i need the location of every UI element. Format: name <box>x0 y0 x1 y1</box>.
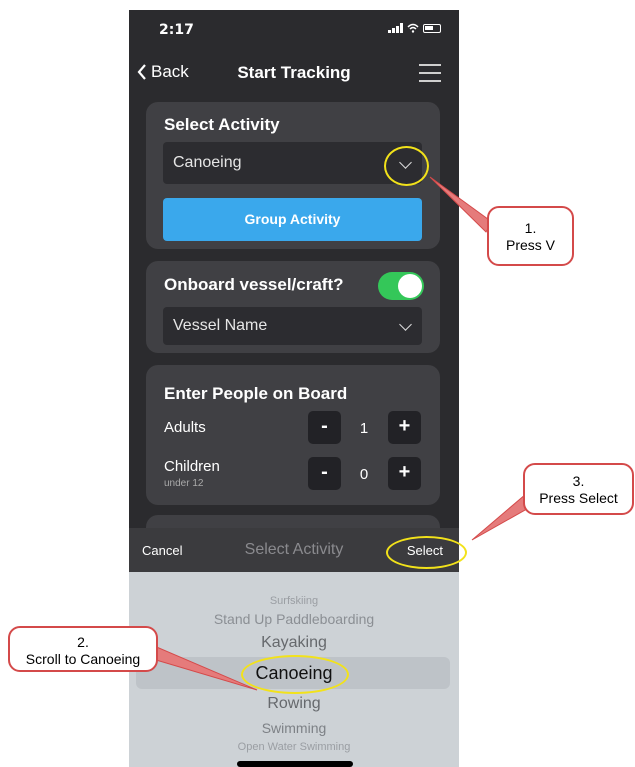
callout-step-3: 3. Press Select <box>523 463 634 515</box>
system-icons <box>388 23 441 33</box>
battery-icon <box>423 23 441 33</box>
nav-bar: Back Start Tracking <box>129 54 459 94</box>
callout-step-1: 1. Press V <box>487 206 574 266</box>
children-sublabel: under 12 <box>164 478 204 489</box>
callout-3-number: 3. <box>572 473 585 489</box>
picker-item[interactable]: Rowing <box>129 695 459 713</box>
toggle-knob <box>398 274 422 298</box>
picker-item[interactable]: Kayaking <box>129 634 459 652</box>
activity-select-value: Canoeing <box>173 154 242 171</box>
status-time: 2:17 <box>159 22 194 38</box>
picker-item[interactable]: Stand Up Paddleboarding <box>129 611 459 627</box>
children-plus-button[interactable]: + <box>388 457 421 490</box>
group-activity-button[interactable]: Group Activity <box>163 198 422 241</box>
adults-minus-button[interactable]: - <box>308 411 341 444</box>
onboard-vessel-toggle[interactable] <box>378 272 424 300</box>
children-minus-button[interactable]: - <box>308 457 341 490</box>
picker-item[interactable]: Surfskiing <box>129 595 459 607</box>
vessel-card-title: Onboard vessel/craft? <box>164 275 344 294</box>
signal-icon <box>388 23 403 33</box>
adults-count: 1 <box>359 420 369 437</box>
callout-1-text: Press V <box>505 237 555 253</box>
callout-3-text: Press Select <box>539 490 618 506</box>
home-indicator <box>237 761 353 767</box>
callout-2-number: 2. <box>77 634 89 650</box>
adults-label: Adults <box>164 419 206 436</box>
adults-plus-button[interactable]: + <box>388 411 421 444</box>
highlight-circle-chevron <box>384 146 429 186</box>
people-card: Enter People on Board Adults - 1 + Child… <box>146 365 440 505</box>
hamburger-menu-icon[interactable] <box>419 64 441 82</box>
status-bar: 2:17 <box>129 10 459 50</box>
picker-item[interactable]: Swimming <box>129 720 459 736</box>
callout-step-2: 2. Scroll to Canoeing <box>8 626 158 672</box>
chevron-down-icon[interactable] <box>399 318 412 331</box>
callout-1-number: 1. <box>524 220 537 236</box>
people-card-title: Enter People on Board <box>164 384 348 403</box>
page-title: Start Tracking <box>237 63 351 82</box>
highlight-circle-canoeing <box>241 655 349 694</box>
picker-item[interactable]: Open Water Swimming <box>129 741 459 753</box>
phone-screen: 2:17 Back Start Tracking Select Activity… <box>129 10 459 767</box>
children-label: Children <box>164 458 220 475</box>
highlight-circle-select <box>386 536 467 569</box>
vessel-card: Onboard vessel/craft? Vessel Name <box>146 261 440 353</box>
callout-2-text: Scroll to Canoeing <box>25 651 141 667</box>
children-count: 0 <box>359 466 369 483</box>
wifi-icon <box>407 23 419 33</box>
vessel-select[interactable]: Vessel Name <box>163 307 422 345</box>
activity-card-title: Select Activity <box>164 115 280 134</box>
vessel-select-placeholder: Vessel Name <box>173 317 268 334</box>
